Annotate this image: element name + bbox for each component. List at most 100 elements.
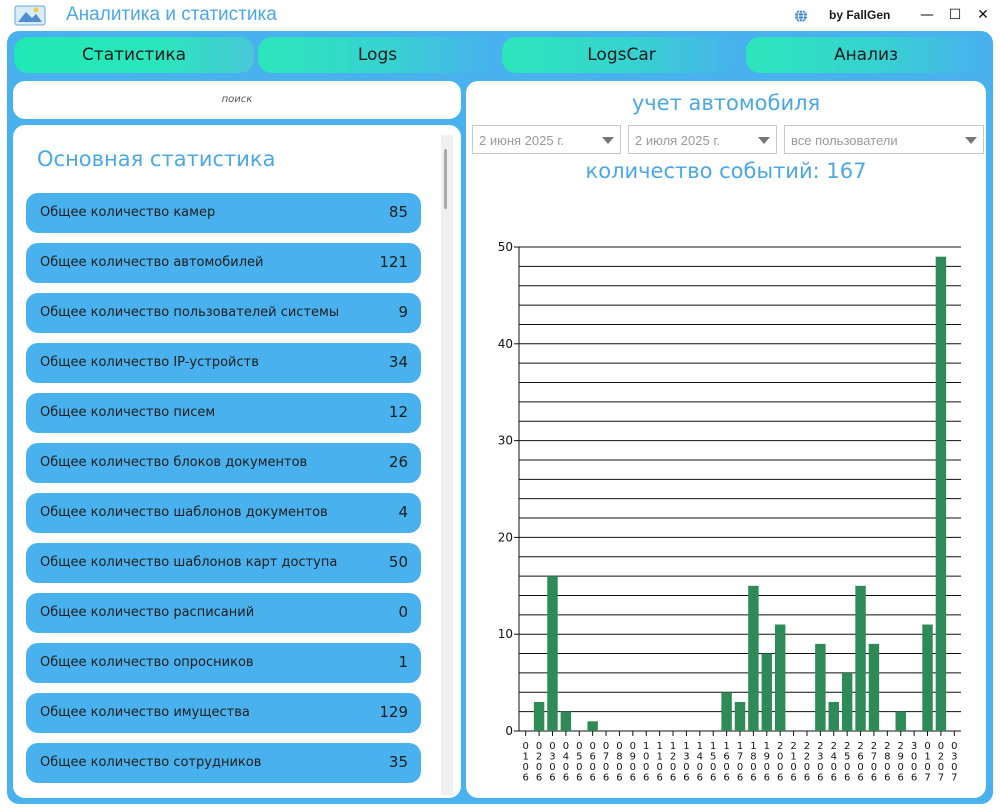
x-tick-label: 0206	[536, 741, 542, 784]
stat-label: Общее количество блоков документов	[40, 455, 308, 470]
stat-value: 26	[388, 453, 408, 471]
stat-value: 4	[398, 503, 408, 521]
tab-logs[interactable]: Logs	[258, 37, 497, 73]
stat-row-employees: Общее количество сотрудников 35	[26, 743, 421, 783]
x-tick-label: 1706	[737, 741, 743, 784]
x-tick-label: 2806	[884, 741, 890, 784]
bar	[748, 585, 759, 731]
globe-icon[interactable]	[794, 9, 808, 23]
stats-scrollbar[interactable]	[441, 135, 453, 795]
x-tick-label: 0107	[924, 741, 930, 784]
stat-label: Общее количество расписаний	[40, 605, 255, 620]
author-label: by FallGen	[829, 8, 891, 22]
minimize-button[interactable]: —	[918, 6, 936, 24]
bar	[855, 585, 866, 731]
stat-value: 34	[388, 353, 408, 371]
stat-label: Общее количество камер	[40, 205, 216, 220]
bar	[895, 711, 906, 731]
x-tick-label: 2206	[804, 741, 810, 784]
x-tick-label: 2606	[857, 741, 863, 784]
x-tick-label: 1406	[697, 741, 703, 784]
stat-label: Общее количество шаблонов карт доступа	[40, 555, 338, 570]
stat-value: 35	[388, 753, 408, 771]
x-tick-label: 1006	[643, 741, 649, 784]
y-tick-label: 0	[505, 724, 513, 738]
x-tick-label: 2706	[871, 741, 877, 784]
x-tick-label: 1506	[710, 741, 716, 784]
maximize-button[interactable]: ☐	[946, 6, 964, 24]
stat-label: Общее количество пользователей системы	[40, 305, 340, 320]
x-tick-label: 2006	[777, 741, 783, 784]
stat-label: Общее количество автомобилей	[40, 255, 264, 270]
x-tick-label: 0207	[938, 741, 944, 784]
main-frame: Статистика Logs LogsCar Анализ поиск Осн…	[7, 31, 993, 804]
x-tick-label: 0806	[616, 741, 622, 784]
x-tick-label: 0606	[589, 741, 595, 784]
bar	[841, 672, 853, 731]
stat-row-cameras: Общее количество камер 85	[26, 193, 421, 233]
stat-row-schedules: Общее количество расписаний 0	[26, 593, 421, 633]
bar	[774, 624, 786, 731]
bar	[761, 653, 773, 731]
scrollbar-thumb[interactable]	[444, 149, 447, 209]
stat-label: Общее количество сотрудников	[40, 755, 262, 770]
x-tick-label: 1906	[764, 741, 770, 784]
stat-value: 50	[388, 553, 408, 571]
search-input[interactable]: поиск	[13, 81, 461, 119]
stat-value: 12	[388, 403, 408, 421]
app-logo-icon	[14, 5, 46, 26]
close-button[interactable]: ✕	[974, 6, 992, 24]
x-tick-label: 1606	[723, 741, 729, 784]
stat-row-doc-blocks: Общее количество блоков документов 26	[26, 443, 421, 483]
x-tick-label: 1306	[683, 741, 689, 784]
x-tick-label: 3006	[911, 741, 917, 784]
x-tick-label: 0307	[951, 741, 957, 784]
stat-label: Общее количество опросников	[40, 655, 254, 670]
title-bar: Аналитика и статистика by FallGen — ☐ ✕	[0, 0, 1000, 31]
stat-row-questionnaires: Общее количество опросников 1	[26, 643, 421, 683]
bar	[560, 711, 572, 731]
car-events-panel: учет автомобиля 2 июня 2025 г. 2 июля 20…	[466, 81, 986, 798]
bar	[868, 643, 880, 731]
window-title: Аналитика и статистика	[66, 4, 277, 25]
bar	[935, 256, 947, 731]
stat-value: 85	[388, 203, 408, 221]
y-tick-label: 30	[498, 434, 513, 448]
tab-analysis[interactable]: Анализ	[746, 37, 986, 73]
bar	[533, 701, 545, 731]
stat-value: 9	[398, 303, 408, 321]
bar	[587, 721, 598, 731]
x-tick-label: 2306	[817, 741, 823, 784]
x-tick-label: 2106	[790, 741, 796, 784]
stat-row-ip-devices: Общее количество IP-устройств 34	[26, 343, 421, 383]
bar	[815, 643, 826, 731]
tab-statistics[interactable]: Статистика	[14, 37, 254, 73]
bar	[922, 624, 933, 731]
stats-title: Основная статистика	[37, 147, 276, 171]
x-tick-label: 0406	[563, 741, 569, 784]
x-tick-label: 0306	[549, 741, 555, 784]
x-tick-label: 1106	[656, 741, 662, 784]
x-tick-label: 1206	[670, 741, 676, 784]
tab-logscar[interactable]: LogsCar	[502, 37, 741, 73]
x-tick-label: 2906	[898, 741, 904, 784]
x-tick-label: 2406	[831, 741, 837, 784]
stat-row-letters: Общее количество писем 12	[26, 393, 421, 433]
y-tick-label: 10	[498, 627, 513, 641]
bar	[721, 692, 732, 731]
y-tick-label: 40	[498, 337, 513, 351]
stat-label: Общее количество IP-устройств	[40, 355, 259, 370]
stat-row-access-card-templates: Общее количество шаблонов карт доступа 5…	[26, 543, 421, 583]
stat-row-property: Общее количество имущества 129	[26, 693, 421, 733]
y-tick-label: 20	[498, 530, 513, 544]
bar	[828, 701, 839, 731]
bar	[547, 576, 558, 731]
x-tick-label: 0106	[523, 741, 529, 784]
stat-label: Общее количество шаблонов документов	[40, 505, 328, 520]
stat-label: Общее количество писем	[40, 405, 216, 420]
x-tick-label: 1806	[750, 741, 756, 784]
stat-row-cars: Общее количество автомобилей 121	[26, 243, 421, 283]
stat-value: 121	[379, 253, 408, 271]
x-tick-label: 0706	[603, 741, 609, 784]
stat-row-users: Общее количество пользователей системы 9	[26, 293, 421, 333]
